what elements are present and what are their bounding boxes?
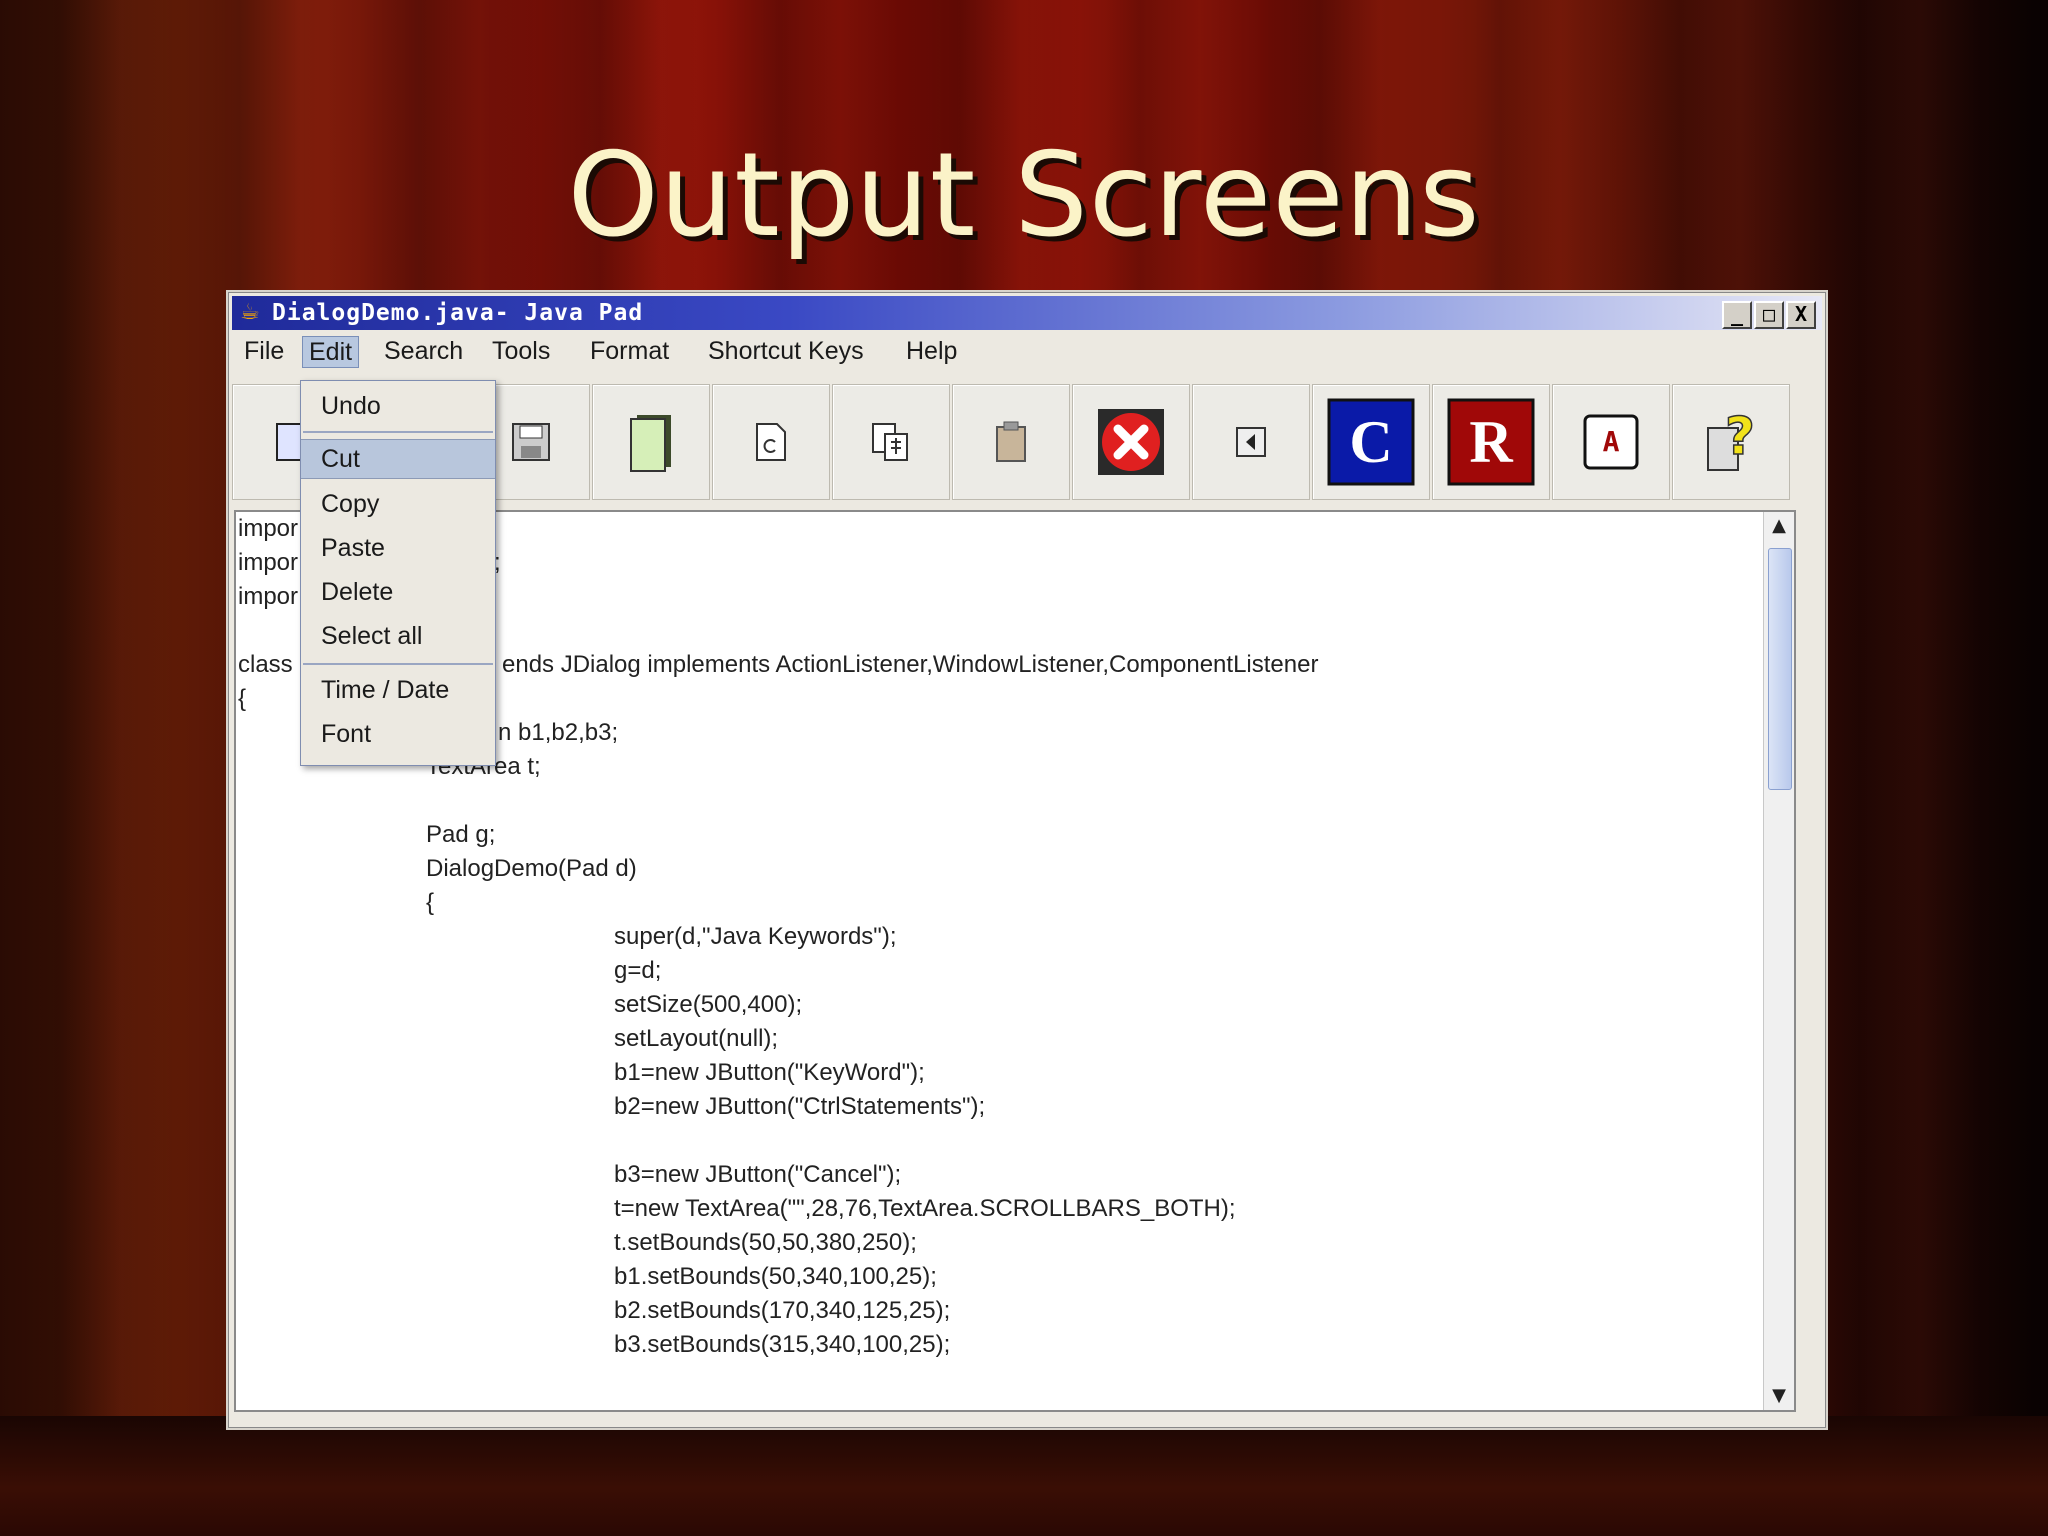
menu-help[interactable]: Help <box>900 336 963 366</box>
code-line: impor <box>238 515 299 542</box>
edit-menu-dropdown: Undo Cut Copy Paste Delete Select all Ti… <box>300 380 496 766</box>
font-glyph: A <box>1603 425 1620 458</box>
code-line: impor <box>238 583 299 610</box>
code-line: t=new TextArea("",28,76,TextArea.SCROLLB… <box>614 1195 1236 1222</box>
code-line: { <box>238 685 247 712</box>
vertical-scrollbar[interactable]: ▲ ▼ <box>1763 512 1794 1410</box>
menu-edit[interactable]: Edit <box>302 336 360 368</box>
menu-separator <box>303 663 493 665</box>
window-title: DialogDemo.java- Java Pad <box>272 300 644 326</box>
menu-separator <box>303 431 493 433</box>
stage-floor <box>0 1416 2048 1536</box>
java-cup-icon: ☕ <box>240 300 260 325</box>
code-line: b3.setBounds(315,340,100,25); <box>614 1331 951 1358</box>
menu-search[interactable]: Search <box>378 336 469 366</box>
menu-item-paste[interactable]: Paste <box>301 529 495 567</box>
menu-file[interactable]: File <box>238 336 290 366</box>
back-arrow-icon <box>1236 427 1266 457</box>
code-line: g=d; <box>614 957 662 984</box>
code-line: b1=new JButton("KeyWord"); <box>614 1059 925 1086</box>
close-button[interactable]: X <box>1786 301 1816 329</box>
toolbar-run-button[interactable]: R <box>1432 384 1550 500</box>
clipboard-icon <box>996 421 1026 462</box>
menu-item-copy[interactable]: Copy <box>301 485 495 523</box>
compile-icon: C <box>1327 398 1415 486</box>
menu-item-undo[interactable]: Undo <box>301 387 495 425</box>
menu-item-select-all[interactable]: Select all <box>301 617 495 655</box>
menu-item-font[interactable]: Font <box>301 715 495 753</box>
run-icon: R <box>1447 398 1535 486</box>
toolbar-paste-button[interactable] <box>952 384 1070 500</box>
minimize-button[interactable]: _ <box>1722 301 1752 329</box>
menu-item-delete[interactable]: Delete <box>301 573 495 611</box>
window-titlebar[interactable]: ☕ DialogDemo.java- Java Pad _ □ X <box>232 296 1822 330</box>
toolbar-preview-button[interactable] <box>832 384 950 500</box>
help-glyph: ? <box>1725 410 1755 467</box>
code-line: b1.setBounds(50,340,100,25); <box>614 1263 937 1290</box>
toolbar-font-button[interactable]: A <box>1552 384 1670 500</box>
slide-title: Output Screens <box>567 128 1481 263</box>
scroll-down-arrow-icon[interactable]: ▼ <box>1764 1382 1794 1410</box>
maximize-button[interactable]: □ <box>1754 301 1784 329</box>
scroll-up-arrow-icon[interactable]: ▲ <box>1764 512 1794 540</box>
code-line: t.setBounds(50,50,380,250); <box>614 1229 917 1256</box>
code-line: b3=new JButton("Cancel"); <box>614 1161 902 1188</box>
code-line: setSize(500,400); <box>614 991 803 1018</box>
code-line: super(d,"Java Keywords"); <box>614 923 897 950</box>
exit-icon <box>1098 409 1164 475</box>
menu-format[interactable]: Format <box>584 336 675 366</box>
font-icon: A <box>1583 414 1639 470</box>
help-icon: ? <box>1707 410 1756 471</box>
copy-pages-icon <box>630 415 671 472</box>
code-line: setLayout(null); <box>614 1025 779 1052</box>
code-line-fragment: n b1,b2,b3; <box>498 719 619 746</box>
toolbar-help-button[interactable]: ? <box>1672 384 1790 500</box>
code-line: { <box>426 889 435 916</box>
code-line: b2.setBounds(170,340,125,25); <box>614 1297 951 1324</box>
menu-shortcut-keys[interactable]: Shortcut Keys <box>702 336 870 366</box>
compile-glyph: C <box>1349 409 1392 475</box>
save-icon <box>512 423 550 461</box>
scroll-thumb[interactable] <box>1768 548 1792 790</box>
toolbar-exit-button[interactable] <box>1072 384 1190 500</box>
refresh-document-icon <box>756 423 786 461</box>
code-line: DialogDemo(Pad d) <box>426 855 637 882</box>
print-preview-icon <box>872 423 908 461</box>
toolbar-refresh-button[interactable] <box>712 384 830 500</box>
toolbar-compile-button[interactable]: C <box>1312 384 1430 500</box>
code-line: b2=new JButton("CtrlStatements"); <box>614 1093 986 1120</box>
code-line: class <box>238 651 293 678</box>
run-glyph: R <box>1469 409 1513 475</box>
toolbar-copy-button[interactable] <box>592 384 710 500</box>
toolbar-back-button[interactable] <box>1192 384 1310 500</box>
code-line: Pad g; <box>426 821 496 848</box>
menu-item-cut[interactable]: Cut <box>301 439 495 479</box>
menu-tools[interactable]: Tools <box>486 336 556 366</box>
menubar: File Edit Search Tools Format Shortcut K… <box>232 332 1822 370</box>
code-line: impor <box>238 549 299 576</box>
menu-item-time-date[interactable]: Time / Date <box>301 671 495 709</box>
code-line-fragment: ends JDialog implements ActionListener,W… <box>502 651 1319 678</box>
